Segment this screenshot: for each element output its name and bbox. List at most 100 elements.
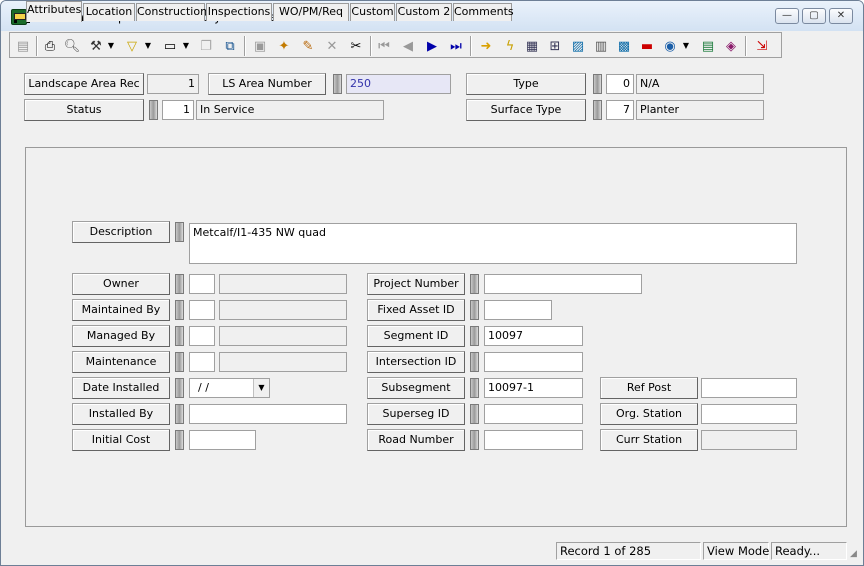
field-grip-icon[interactable] — [175, 274, 184, 294]
filter-icon[interactable]: ▽ — [122, 36, 142, 56]
tab-construction[interactable]: Construction — [136, 3, 207, 21]
initial-cost-field[interactable] — [189, 430, 256, 450]
maintenance-button[interactable]: Maintenance — [72, 351, 170, 373]
intersection-id-button[interactable]: Intersection ID — [367, 351, 465, 373]
field-grip-icon[interactable] — [175, 222, 184, 242]
ls-area-number-field[interactable]: 250 — [346, 74, 451, 94]
image-icon[interactable]: ▨ — [568, 36, 588, 56]
exit-icon[interactable]: ⇲ — [752, 36, 772, 56]
field-grip-icon[interactable] — [593, 74, 602, 94]
field-grip-icon[interactable] — [470, 352, 479, 372]
type-button[interactable]: Type — [466, 73, 586, 95]
managed-by-code-field[interactable] — [189, 326, 215, 346]
first-record-icon[interactable]: ⏮ — [374, 36, 394, 56]
calculator-icon[interactable]: ▥ — [591, 36, 611, 56]
initial-cost-button[interactable]: Initial Cost — [72, 429, 170, 451]
type-code-field[interactable]: 0 — [606, 74, 634, 94]
segment-id-button[interactable]: Segment ID — [367, 325, 465, 347]
tab-inspections[interactable]: Inspections — [206, 3, 272, 21]
fixed-asset-id-button[interactable]: Fixed Asset ID — [367, 299, 465, 321]
surface-type-code-field[interactable]: 7 — [606, 100, 634, 120]
print-preview-icon[interactable]: 🔍︎ — [62, 36, 82, 56]
description-field[interactable]: Metcalf/I1-435 NW quad — [189, 223, 797, 264]
cut-icon[interactable]: ✂ — [346, 36, 366, 56]
related-icon[interactable]: ▦ — [522, 36, 542, 56]
chevron-down-icon[interactable]: ▼ — [144, 37, 152, 55]
segment-id-field[interactable]: 10097 — [484, 326, 583, 346]
tab-location[interactable]: Location — [83, 3, 135, 21]
tab-comments[interactable]: Comments — [453, 3, 514, 21]
field-grip-icon[interactable] — [333, 74, 342, 94]
last-record-icon[interactable]: ⏭ — [446, 36, 466, 56]
document-icon[interactable]: ▭ — [160, 36, 180, 56]
field-grip-icon[interactable] — [175, 326, 184, 346]
superseg-id-field[interactable] — [484, 404, 583, 424]
edit-icon[interactable]: ✎ — [298, 36, 318, 56]
ls-area-number-button[interactable]: LS Area Number — [208, 73, 326, 95]
tab-custom[interactable]: Custom — [350, 3, 395, 21]
field-grip-icon[interactable] — [470, 274, 479, 294]
field-grip-icon[interactable] — [470, 430, 479, 450]
copy-record-icon[interactable]: ❐ — [196, 36, 216, 56]
export-icon[interactable]: ⧉ — [220, 36, 240, 56]
goto-arrow-icon[interactable]: ➜ — [476, 36, 496, 56]
owner-button[interactable]: Owner — [72, 273, 170, 295]
road-number-field[interactable] — [484, 430, 583, 450]
description-button[interactable]: Description — [72, 221, 170, 243]
installed-by-field[interactable] — [189, 404, 347, 424]
tools-icon[interactable]: ⚒ — [86, 36, 106, 56]
ref-post-field[interactable] — [701, 378, 797, 398]
save-icon[interactable]: ▣ — [250, 36, 270, 56]
book-icon[interactable]: ◈ — [721, 36, 741, 56]
print-icon[interactable]: ⎙ — [40, 36, 60, 56]
ref-post-button[interactable]: Ref Post — [600, 377, 698, 399]
field-grip-icon[interactable] — [149, 100, 158, 120]
status-code-field[interactable]: 1 — [162, 100, 194, 120]
maintained-by-button[interactable]: Maintained By — [72, 299, 170, 321]
intersection-id-field[interactable] — [484, 352, 583, 372]
close-button[interactable]: ✕ — [829, 8, 853, 24]
lightning-icon[interactable]: ϟ — [500, 36, 520, 56]
maximize-button[interactable]: ▢ — [802, 8, 826, 24]
delete-icon[interactable]: ✕ — [322, 36, 342, 56]
road-number-button[interactable]: Road Number — [367, 429, 465, 451]
field-grip-icon[interactable] — [175, 430, 184, 450]
chevron-down-icon[interactable]: ▼ — [182, 37, 190, 55]
rec-number-label[interactable]: Landscape Area Rec # — [24, 73, 144, 110]
chevron-down-icon[interactable]: ▼ — [253, 379, 269, 397]
field-grip-icon[interactable] — [175, 404, 184, 424]
superseg-id-button[interactable]: Superseg ID — [367, 403, 465, 425]
list-icon[interactable]: ▤ — [13, 36, 33, 56]
installed-by-button[interactable]: Installed By — [72, 403, 170, 425]
fixed-asset-id-field[interactable] — [484, 300, 552, 320]
project-number-button[interactable]: Project Number — [367, 273, 465, 295]
project-number-field[interactable] — [484, 274, 642, 294]
field-grip-icon[interactable] — [175, 300, 184, 320]
previous-record-icon[interactable]: ◀ — [398, 36, 418, 56]
vehicle-icon[interactable]: ▬ — [637, 36, 657, 56]
maintained-by-code-field[interactable] — [189, 300, 215, 320]
field-grip-icon[interactable] — [175, 378, 184, 398]
field-grip-icon[interactable] — [470, 378, 479, 398]
field-grip-icon[interactable] — [470, 404, 479, 424]
globe-icon[interactable]: ◉ — [660, 36, 680, 56]
date-installed-picker[interactable]: / / ▼ — [189, 378, 270, 398]
chevron-down-icon[interactable]: ▼ — [682, 37, 690, 55]
tab-attributes[interactable]: Attributes — [26, 1, 82, 22]
resize-grip-icon[interactable]: ◢ — [850, 549, 857, 559]
date-installed-button[interactable]: Date Installed — [72, 377, 170, 399]
org-station-field[interactable] — [701, 404, 797, 424]
spreadsheet-icon[interactable]: ▤ — [698, 36, 718, 56]
tab-wo-pm-req[interactable]: WO/PM/Req — [273, 3, 349, 21]
field-grip-icon[interactable] — [470, 300, 479, 320]
map-icon[interactable]: ▩ — [614, 36, 634, 56]
field-grip-icon[interactable] — [593, 100, 602, 120]
owner-code-field[interactable] — [189, 274, 215, 294]
tab-custom-2[interactable]: Custom 2 — [396, 3, 452, 21]
minimize-button[interactable]: — — [775, 8, 799, 24]
curr-station-button[interactable]: Curr Station — [600, 429, 698, 451]
org-station-button[interactable]: Org. Station — [600, 403, 698, 425]
subsegment-code-field[interactable]: 10097-1 — [484, 378, 583, 398]
chevron-down-icon[interactable]: ▼ — [107, 37, 115, 55]
subsegment-code-button[interactable]: Subsegment Code — [367, 377, 465, 414]
